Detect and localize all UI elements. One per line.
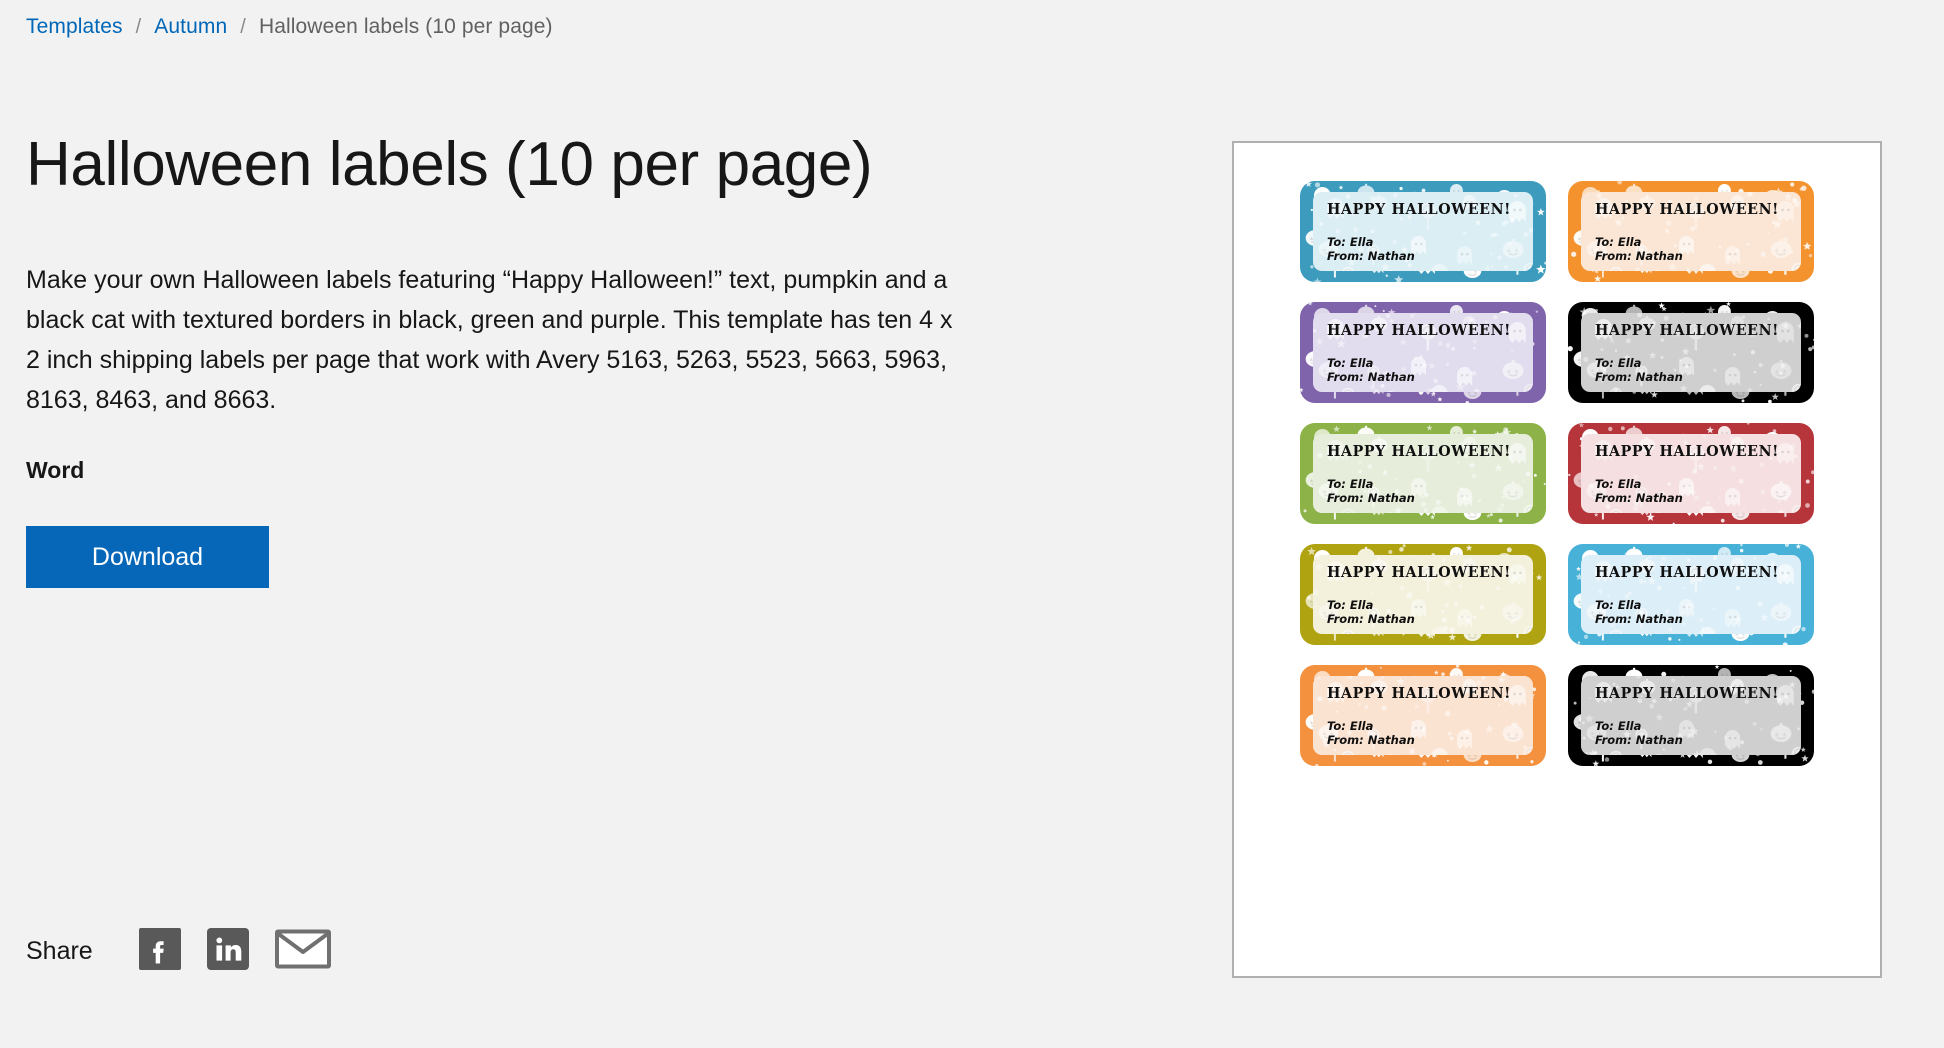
share-label: Share — [26, 937, 93, 965]
label-inner-panel: HAPPY HALLOWEEN! To: Ella From: Nathan — [1313, 434, 1533, 513]
label-inner-panel: HAPPY HALLOWEEN! To: Ella From: Nathan — [1313, 676, 1533, 755]
label-card: HAPPY HALLOWEEN! To: Ella From: Nathan — [1300, 181, 1546, 282]
label-card: HAPPY HALLOWEEN! To: Ella From: Nathan — [1300, 544, 1546, 645]
label-card: HAPPY HALLOWEEN! To: Ella From: Nathan — [1300, 423, 1546, 524]
label-card: HAPPY HALLOWEEN! To: Ella From: Nathan — [1300, 302, 1546, 403]
label-heading: HAPPY HALLOWEEN! — [1595, 685, 1779, 702]
label-heading: HAPPY HALLOWEEN! — [1327, 443, 1511, 460]
label-to-from: To: Ella From: Nathan — [1595, 235, 1683, 263]
label-text-block: HAPPY HALLOWEEN! To: Ella From: Nathan — [1327, 322, 1525, 384]
content-column: Halloween labels (10 per page) Make your… — [26, 118, 1006, 589]
facebook-icon[interactable] — [138, 928, 181, 975]
label-to-from: To: Ella From: Nathan — [1595, 598, 1683, 626]
label-text-block: HAPPY HALLOWEEN! To: Ella From: Nathan — [1595, 201, 1793, 263]
label-text-block: HAPPY HALLOWEEN! To: Ella From: Nathan — [1595, 564, 1793, 626]
label-text-block: HAPPY HALLOWEEN! To: Ella From: Nathan — [1327, 685, 1525, 747]
template-detail-page: Templates / Autumn / Halloween labels (1… — [0, 0, 1944, 1048]
label-card: HAPPY HALLOWEEN! To: Ella From: Nathan — [1568, 302, 1814, 403]
label-to-from: To: Ella From: Nathan — [1595, 719, 1683, 747]
label-inner-panel: HAPPY HALLOWEEN! To: Ella From: Nathan — [1581, 555, 1801, 634]
label-to-from: To: Ella From: Nathan — [1327, 356, 1415, 384]
label-card: HAPPY HALLOWEEN! To: Ella From: Nathan — [1300, 665, 1546, 766]
label-to-from: To: Ella From: Nathan — [1327, 719, 1415, 747]
label-heading: HAPPY HALLOWEEN! — [1327, 685, 1511, 702]
label-inner-panel: HAPPY HALLOWEEN! To: Ella From: Nathan — [1581, 676, 1801, 755]
breadcrumb-item-autumn[interactable]: Autumn — [154, 13, 227, 41]
breadcrumb-item-templates[interactable]: Templates — [26, 13, 123, 41]
breadcrumb-item-current: Halloween labels (10 per page) — [258, 15, 553, 38]
label-inner-panel: HAPPY HALLOWEEN! To: Ella From: Nathan — [1581, 313, 1801, 392]
breadcrumb-separator: / — [240, 16, 246, 38]
label-sheet-grid: HAPPY HALLOWEEN! To: Ella From: Nathan HAP… — [1254, 181, 1860, 766]
label-text-block: HAPPY HALLOWEEN! To: Ella From: Nathan — [1327, 201, 1525, 263]
label-inner-panel: HAPPY HALLOWEEN! To: Ella From: Nathan — [1581, 434, 1801, 513]
template-description: Make your own Halloween labels featuring… — [26, 266, 953, 415]
breadcrumb-separator: / — [135, 16, 142, 38]
label-to-from: To: Ella From: Nathan — [1327, 598, 1415, 626]
label-to-from: To: Ella From: Nathan — [1595, 477, 1683, 505]
label-text-block: HAPPY HALLOWEEN! To: Ella From: Nathan — [1595, 443, 1793, 505]
label-text-block: HAPPY HALLOWEEN! To: Ella From: Nathan — [1327, 564, 1525, 626]
label-heading: HAPPY HALLOWEEN! — [1327, 201, 1511, 218]
label-card: HAPPY HALLOWEEN! To: Ella From: Nathan — [1568, 544, 1814, 645]
label-heading: HAPPY HALLOWEEN! — [1327, 322, 1511, 339]
template-preview-panel[interactable]: HAPPY HALLOWEEN! To: Ella From: Nathan HAP… — [1232, 141, 1882, 978]
email-icon[interactable] — [274, 928, 331, 975]
linkedin-icon[interactable] — [206, 928, 249, 975]
label-text-block: HAPPY HALLOWEEN! To: Ella From: Nathan — [1595, 322, 1793, 384]
label-inner-panel: HAPPY HALLOWEEN! To: Ella From: Nathan — [1581, 192, 1801, 271]
label-card: HAPPY HALLOWEEN! To: Ella From: Nathan — [1568, 181, 1814, 282]
label-heading: HAPPY HALLOWEEN! — [1595, 201, 1779, 218]
label-inner-panel: HAPPY HALLOWEEN! To: Ella From: Nathan — [1313, 555, 1533, 634]
label-to-from: To: Ella From: Nathan — [1327, 235, 1415, 263]
label-card: HAPPY HALLOWEEN! To: Ella From: Nathan — [1568, 423, 1814, 524]
file-format-label: Word — [26, 457, 85, 484]
breadcrumb: Templates / Autumn / Halloween labels (1… — [26, 13, 553, 41]
download-button[interactable]: Download — [26, 526, 269, 589]
label-card: HAPPY HALLOWEEN! To: Ella From: Nathan — [1568, 665, 1814, 766]
label-to-from: To: Ella From: Nathan — [1327, 477, 1415, 505]
share-section: Share — [26, 928, 357, 975]
label-heading: HAPPY HALLOWEEN! — [1595, 322, 1779, 339]
label-to-from: To: Ella From: Nathan — [1595, 356, 1683, 384]
label-inner-panel: HAPPY HALLOWEEN! To: Ella From: Nathan — [1313, 313, 1533, 392]
label-heading: HAPPY HALLOWEEN! — [1327, 564, 1511, 581]
label-heading: HAPPY HALLOWEEN! — [1595, 564, 1779, 581]
label-text-block: HAPPY HALLOWEEN! To: Ella From: Nathan — [1595, 685, 1793, 747]
label-heading: HAPPY HALLOWEEN! — [1595, 443, 1779, 460]
page-title: Halloween labels (10 per page) — [26, 130, 873, 199]
label-text-block: HAPPY HALLOWEEN! To: Ella From: Nathan — [1327, 443, 1525, 505]
label-inner-panel: HAPPY HALLOWEEN! To: Ella From: Nathan — [1313, 192, 1533, 271]
